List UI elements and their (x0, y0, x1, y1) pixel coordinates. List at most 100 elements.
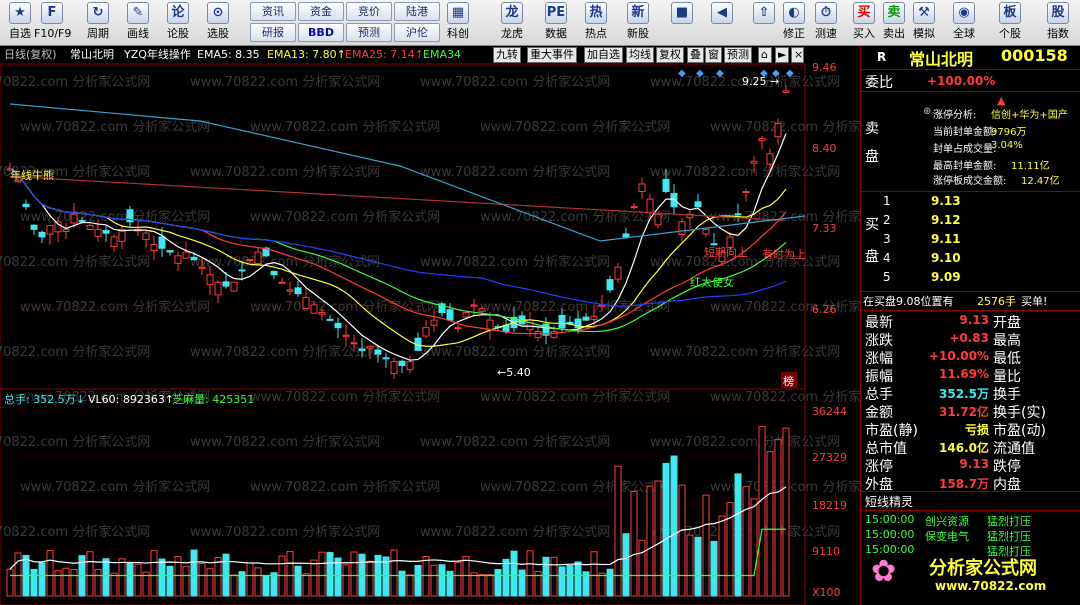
toolbar-small-2-0[interactable]: 竞价 (346, 2, 392, 21)
toolbar-icon-6: ▦ (447, 2, 469, 24)
toolbar-button-4[interactable]: 论论股 (160, 2, 196, 44)
watermark-text: www.70822.com 分析家公式网 (0, 524, 150, 540)
limit-value-4: 12.47亿 (1021, 176, 1060, 187)
vol-tick: 27329 (812, 451, 847, 464)
toolbar-small-2-1[interactable]: 预测 (346, 23, 392, 42)
candle-body (278, 281, 286, 284)
logo-flower-icon: ✿ (871, 554, 897, 589)
toolbar-small-0-1[interactable]: 研报 (250, 23, 296, 42)
ema60-line (9, 168, 787, 307)
bid-tag: 买单! (1021, 295, 1048, 308)
toolbar-icon-16: 买 (853, 2, 875, 24)
candle-body (230, 281, 238, 292)
toolbar-button-3[interactable]: ✎ 画线 (120, 2, 156, 44)
toolbar-button-15[interactable]: ⏱ 测速 (808, 2, 844, 44)
toolbar-button-11[interactable]: ■ (664, 2, 700, 44)
volume-bar (758, 426, 766, 597)
toolbar-button-12[interactable]: ◀ (704, 2, 740, 44)
candle-body (310, 304, 318, 314)
volume-bar (294, 565, 302, 597)
watermark-text: www.70822.com 分析家公式网 (0, 434, 150, 450)
candle-body (446, 309, 454, 321)
sprite-action-0: 猛烈打压 (987, 515, 1031, 528)
toolbar-button-8[interactable]: PE 数据 (538, 2, 574, 44)
toolbar-icon-5: ⊙ (207, 2, 229, 24)
volume-bar (598, 572, 606, 597)
toolbar-button-14[interactable]: ◐ 修正 (776, 2, 812, 44)
volume-bar (510, 550, 518, 597)
candle-body (78, 220, 86, 223)
sprite-stock-1[interactable]: 保变电气 (925, 528, 969, 544)
sell-label-1: 卖 (865, 121, 879, 137)
toolbar-label-20: 个股 (999, 27, 1021, 40)
toolbar-button-9[interactable]: 热热点 (578, 2, 614, 44)
quote-row-label2-1: 最高 (993, 333, 1021, 349)
toolbar-button-6[interactable]: ▦ 科创 (440, 2, 476, 44)
volume-bar (734, 473, 742, 597)
volume-bar (126, 562, 134, 597)
candle-body (38, 231, 46, 238)
candle-body (246, 259, 254, 262)
candle-body (294, 287, 302, 295)
toolbar-button-5[interactable]: ⊙ 选股 (200, 2, 236, 44)
volume-bar (766, 451, 774, 597)
candle-body (654, 213, 662, 226)
candle-body (222, 281, 230, 287)
candle-body (750, 160, 758, 164)
candle-body (350, 342, 358, 345)
sprite-stock-0[interactable]: 创兴资源 (925, 513, 969, 529)
watermark-text: www.70822.com 分析家公式网 (250, 119, 440, 135)
volume-bar (502, 558, 510, 597)
candle-body (70, 213, 78, 224)
toolbar-button-10[interactable]: 新新股 (620, 2, 656, 44)
toolbar-label-8: 数据 (545, 27, 567, 40)
toolbar-small-3-1[interactable]: 沪伦 (394, 23, 440, 42)
main-toolbar: ★ 自选 F F10/F9 ↻ 周期 ✎ 画线论论股 ⊙ 选股 ▦ 科创龙龙虎 PE 数据热热点新新股 ■ ◀… (0, 0, 1080, 46)
toolbar-button-20[interactable]: 板个股 (992, 2, 1028, 44)
candle-body (758, 138, 766, 142)
volume-bar (438, 564, 446, 597)
toolbar-icon-7: 龙 (501, 2, 523, 24)
toolbar-button-0[interactable]: ★ 自选 (2, 2, 38, 44)
panel-divider (861, 291, 1080, 292)
toolbar-button-1[interactable]: F F10/F9 (34, 2, 72, 44)
candle-body (190, 256, 198, 261)
volume-bar (558, 566, 566, 597)
limit-value-0: 信创+华为+国产 (991, 110, 1068, 121)
sprite-title[interactable]: 短线精灵 (865, 493, 913, 510)
toolbar-label-1: F10/F9 (34, 27, 72, 40)
toolbar-small-0-0[interactable]: 资讯 (250, 2, 296, 21)
toolbar-label-19: 全球 (953, 27, 975, 40)
kline-chart[interactable]: www.70822.com 分析家公式网 www.70822.com 分析家公式网… (0, 46, 860, 605)
volume-bar (694, 536, 702, 597)
candle-body (622, 233, 630, 238)
watermark-text: www.70822.com 分析家公式网 (480, 389, 670, 405)
quote-row-label2-5: 换手(实) (993, 405, 1046, 421)
toolbar-small-1-0[interactable]: 资金 (298, 2, 344, 21)
limit-label-1: 当前封单金额: (933, 127, 997, 138)
candle-body (166, 250, 174, 253)
quote-row-label-1: 涨跌 (865, 333, 893, 349)
watermark-text: www.70822.com 分析家公式网 (190, 74, 380, 90)
quote-row-label2-3: 量比 (993, 369, 1021, 385)
toolbar-button-19[interactable]: ◉ 全球 (946, 2, 982, 44)
candle-body (454, 327, 462, 330)
volume-bar (326, 551, 334, 597)
bid-price-2: 9.11 (931, 232, 961, 246)
toolbar-icon-21: 股 (1047, 2, 1069, 24)
toolbar-button-18[interactable]: ⚒ 模拟 (906, 2, 942, 44)
toolbar-button-21[interactable]: 股指数 (1040, 2, 1076, 44)
toolbar-small-3-0[interactable]: 陆港 (394, 2, 440, 21)
candle-body (102, 229, 110, 234)
candle-body (614, 266, 622, 280)
toolbar-icon-9: 热 (585, 2, 607, 24)
candle-body (406, 361, 414, 371)
quote-flag: R (877, 50, 887, 64)
watermark-text: www.70822.com 分析家公式网 (0, 74, 150, 90)
candle-body (782, 90, 790, 93)
watermark-text: www.70822.com 分析家公式网 (480, 299, 670, 315)
toolbar-button-2[interactable]: ↻ 周期 (80, 2, 116, 44)
toolbar-small-1-1[interactable]: BBD (298, 23, 344, 42)
toolbar-button-7[interactable]: 龙龙虎 (494, 2, 530, 44)
watermark-text: www.70822.com 分析家公式网 (480, 479, 670, 495)
